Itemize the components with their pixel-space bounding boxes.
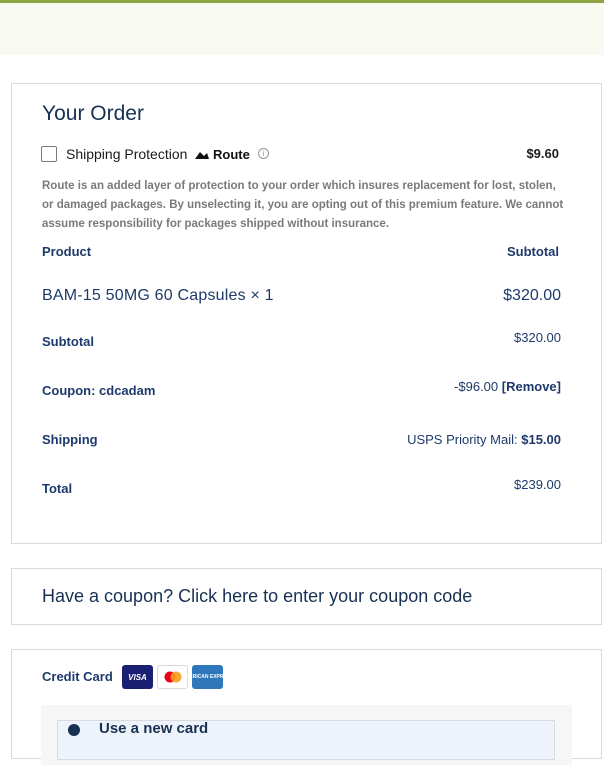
new-card-radio[interactable] [68, 724, 80, 736]
remove-coupon-link[interactable]: [Remove] [502, 379, 561, 394]
route-icon [195, 151, 209, 159]
route-description: Route is an added layer of protection to… [42, 180, 564, 230]
visa-icon: VISA [122, 665, 153, 689]
shipping-label: Shipping [42, 432, 98, 447]
coupon-label: Coupon: cdcadam [42, 383, 156, 398]
top-header-band [0, 0, 604, 55]
order-title: Your Order [42, 102, 144, 125]
card-form-panel: Use a new card [41, 705, 572, 765]
shipping-protection-checkbox[interactable] [41, 146, 57, 162]
coupon-prompt-link[interactable]: Have a coupon? Click here to enter your … [42, 586, 472, 607]
coupon-line: -$96.00 [Remove] [454, 379, 561, 394]
column-header-subtotal: Subtotal [507, 244, 559, 259]
product-price: $320.00 [503, 287, 561, 304]
product-quantity: × 1 [250, 287, 274, 304]
total-label: Total [42, 481, 73, 496]
route-brand-text: Route [213, 147, 250, 162]
coupon-discount: -$96.00 [454, 379, 499, 394]
mastercard-circles-icon [164, 671, 181, 683]
total-value: $239.00 [514, 477, 561, 492]
route-logo: Route [194, 147, 250, 162]
use-new-card-label[interactable]: Use a new card [99, 720, 208, 737]
info-icon[interactable]: i [258, 148, 269, 159]
amex-icon: AMERICAN EXPRESS [182, 665, 233, 689]
shipping-protection-label[interactable]: Shipping Protection [66, 146, 187, 162]
credit-card-label: Credit Card [42, 669, 113, 684]
coupon-card: Have a coupon? Click here to enter your … [11, 568, 602, 625]
column-header-product: Product [42, 244, 92, 259]
product-line: BAM-15 50MG 60 Capsules × 1 [42, 287, 274, 305]
payment-card: Credit Card VISA AMERICAN EXPRESS Use a … [11, 649, 602, 765]
order-summary-card: Your Order Shipping Protection Route i $… [11, 83, 602, 544]
subtotal-label: Subtotal [42, 334, 94, 349]
shipping-method: USPS Priority Mail: [407, 432, 518, 447]
shipping-line: USPS Priority Mail: $15.00 [407, 432, 561, 447]
shipping-protection-price: $9.60 [526, 146, 559, 161]
product-name: BAM-15 50MG 60 Capsules [42, 287, 246, 304]
subtotal-value: $320.00 [514, 330, 561, 345]
shipping-price: $15.00 [521, 432, 561, 447]
